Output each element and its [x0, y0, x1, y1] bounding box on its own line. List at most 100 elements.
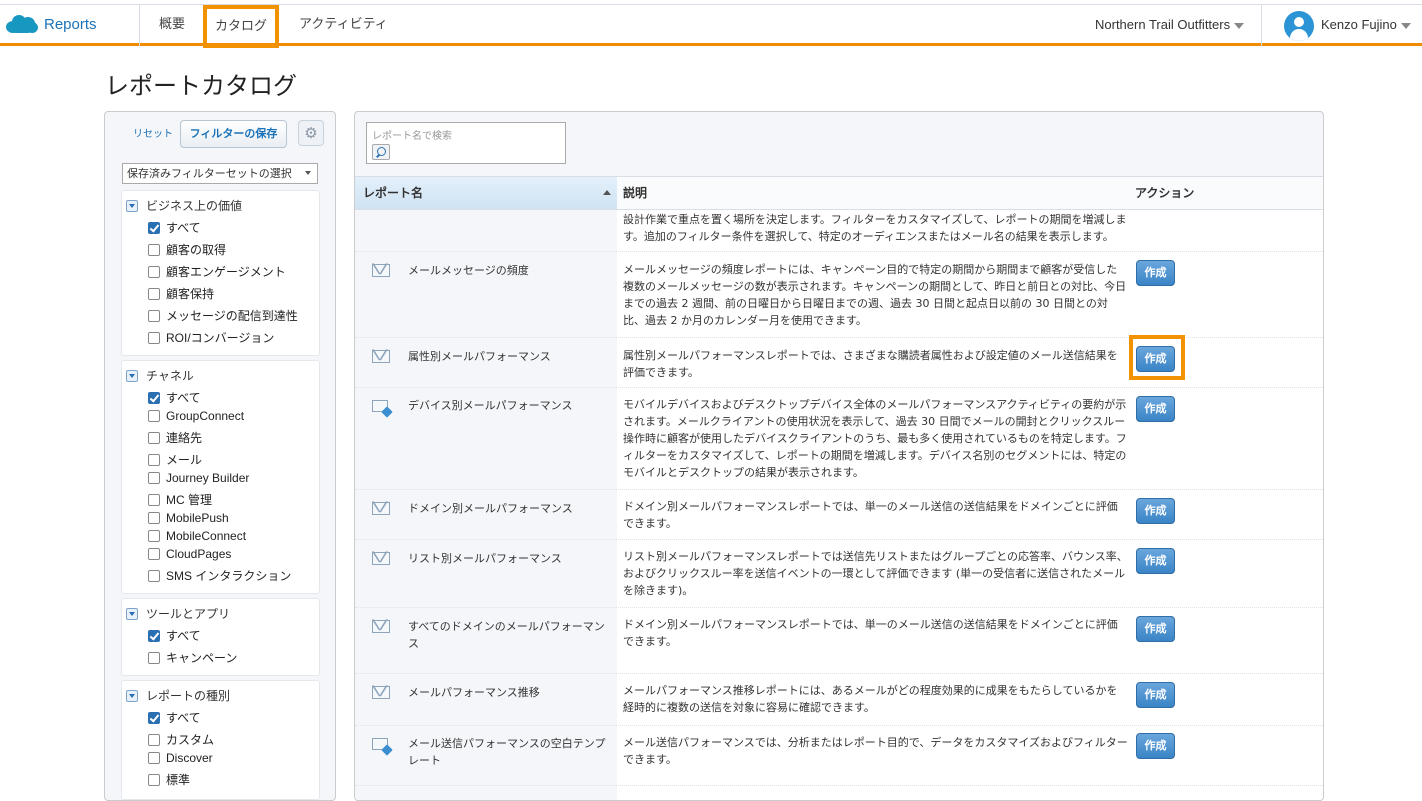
create-button[interactable]: 作成 [1136, 260, 1175, 286]
filter-option[interactable]: MobileConnect [148, 529, 246, 543]
app-brand[interactable]: Reports [6, 13, 97, 35]
checkbox[interactable] [148, 265, 160, 278]
filter-option[interactable]: すべて [148, 627, 201, 644]
checkbox[interactable] [148, 752, 160, 764]
filter-option[interactable]: MC 管理 [148, 491, 212, 508]
create-button[interactable]: 作成 [1136, 396, 1175, 422]
report-name[interactable]: 属性別メールパフォーマンス [408, 348, 613, 365]
filter-option[interactable]: 顧客の取得 [148, 241, 226, 258]
checkbox[interactable] [148, 711, 160, 724]
search-input[interactable]: レポート名で検索 [366, 122, 566, 164]
table-row: メールパフォーマンス推移 メールパフォーマンス推移レポートには、あるメールがどの… [355, 674, 1323, 726]
top-nav: Reports 概要 カタログ アクティビティ Northern Trail O… [0, 4, 1422, 48]
checkbox[interactable] [148, 548, 160, 560]
checkbox[interactable] [148, 651, 160, 664]
saved-filter-select[interactable]: 保存済みフィルターセットの選択 [122, 163, 318, 184]
report-name[interactable]: メール送信パフォーマンスの空白テンプレート [408, 735, 613, 769]
checkbox[interactable] [148, 773, 160, 786]
report-name[interactable]: リスト別メールパフォーマンス [408, 550, 613, 567]
filter-option[interactable]: GroupConnect [148, 409, 244, 423]
envelope-icon [372, 350, 390, 363]
filter-option[interactable]: Discover [148, 751, 213, 765]
report-name[interactable]: すべてのドメインのメールパフォーマンス [408, 618, 613, 652]
filter-option[interactable]: 標準 [148, 771, 190, 788]
table-body: 設計作業で重点を置く場所を決定します。フィルターをカスタマイズして、レポートの期… [355, 210, 1323, 800]
filter-option[interactable]: すべて [148, 389, 201, 406]
filter-group-report-type: レポートの種別 すべて カスタム Discover 標準 [121, 680, 320, 800]
checkbox[interactable] [148, 410, 160, 422]
report-name[interactable]: ドメイン別メールパフォーマンス [408, 500, 613, 517]
create-button[interactable]: 作成 [1136, 548, 1175, 574]
filter-option[interactable]: すべて [148, 219, 201, 236]
tab-activity[interactable]: アクティビティ [299, 5, 388, 45]
collapse-toggle-icon[interactable] [126, 689, 138, 702]
envelope-icon [372, 620, 390, 633]
checkbox[interactable] [148, 493, 160, 506]
filter-option[interactable]: メール [148, 451, 202, 468]
checkbox[interactable] [148, 453, 160, 466]
user-menu[interactable]: Kenzo Fujino [1321, 17, 1411, 32]
table-row: ドメイン別メールパフォーマンス ドメイン別メールパフォーマンスレポートでは、単一… [355, 490, 1323, 540]
filter-group-business-value: ビジネス上の価値 すべて 顧客の取得 顧客エンゲージメント 顧客保持 メッセージ… [121, 190, 320, 356]
create-button[interactable]: 作成 [1136, 733, 1175, 759]
report-description: メールメッセージの頻度レポートには、キャンペーン目的で特定の期間から期間まで顧客… [623, 263, 1127, 327]
avatar[interactable] [1284, 11, 1314, 41]
chevron-down-icon [1234, 22, 1245, 29]
report-description: 設計作業で重点を置く場所を決定します。フィルターをカスタマイズして、レポートの期… [623, 213, 1127, 243]
checkbox[interactable] [148, 221, 160, 234]
checkbox[interactable] [148, 530, 160, 542]
collapse-toggle-icon[interactable] [126, 369, 138, 382]
checkbox[interactable] [148, 431, 160, 444]
report-description: メール送信パフォーマンスでは、分析またはレポート目的で、データをカスタマイズおよ… [623, 736, 1128, 766]
group-header[interactable]: ツールとアプリ [126, 605, 230, 622]
reset-link[interactable]: リセット [133, 125, 173, 140]
tab-catalog[interactable]: カタログ [203, 5, 280, 48]
filter-option[interactable]: すべて [148, 709, 201, 726]
column-header-name[interactable]: レポート名 [355, 177, 617, 209]
filter-option[interactable]: 顧客保持 [148, 285, 214, 302]
collapse-toggle-icon[interactable] [126, 199, 138, 212]
filter-option[interactable]: Journey Builder [148, 471, 249, 485]
checkbox[interactable] [148, 243, 160, 256]
create-button[interactable]: 作成 [1136, 682, 1175, 708]
table-row: メールメッセージの頻度 メールメッセージの頻度レポートには、キャンペーン目的で特… [355, 252, 1323, 338]
create-button[interactable]: 作成 [1136, 616, 1175, 642]
report-name[interactable]: メールメッセージの頻度 [408, 262, 613, 279]
group-header[interactable]: ビジネス上の価値 [126, 197, 242, 214]
report-description: ドメイン別メールパフォーマンスレポートでは、単一のメール送信の送信結果をドメイン… [623, 618, 1118, 648]
envelope-icon [372, 264, 390, 277]
report-name[interactable]: メールパフォーマンス推移 [408, 684, 613, 701]
filter-option[interactable]: 連絡先 [148, 429, 202, 446]
search-icon[interactable] [372, 144, 390, 160]
gear-icon[interactable]: ⚙ [298, 120, 324, 146]
create-button[interactable]: 作成 [1136, 498, 1175, 524]
org-switcher[interactable]: Northern Trail Outfitters [1095, 17, 1245, 32]
checkbox[interactable] [148, 629, 160, 642]
table-row: メール送信パフォーマンスの空白テンプレート メール送信パフォーマンスでは、分析ま… [355, 726, 1323, 786]
filter-option[interactable]: 顧客エンゲージメント [148, 263, 286, 280]
save-filter-button[interactable]: フィルターの保存 [180, 120, 287, 148]
checkbox[interactable] [148, 472, 160, 484]
filter-option[interactable]: CloudPages [148, 547, 231, 561]
filter-option[interactable]: MobilePush [148, 511, 229, 525]
report-name[interactable]: デバイス別メールパフォーマンス [408, 397, 613, 414]
checkbox[interactable] [148, 331, 160, 344]
checkbox[interactable] [148, 287, 160, 300]
filter-option[interactable]: SMS インタラクション [148, 567, 291, 584]
group-header[interactable]: レポートの種別 [126, 687, 230, 704]
device-envelope-icon [372, 738, 393, 756]
filter-option[interactable]: ROI/コンバージョン [148, 329, 274, 346]
tab-overview[interactable]: 概要 [159, 5, 185, 45]
filter-option[interactable]: キャンペーン [148, 649, 237, 666]
filter-option[interactable]: メッセージの配信到達性 [148, 307, 298, 324]
checkbox[interactable] [148, 391, 160, 404]
group-header[interactable]: チャネル [126, 367, 194, 384]
checkbox[interactable] [148, 733, 160, 746]
checkbox[interactable] [148, 569, 160, 582]
table-row: 設計作業で重点を置く場所を決定します。フィルターをカスタマイズして、レポートの期… [355, 210, 1323, 252]
filter-option[interactable]: カスタム [148, 731, 214, 748]
checkbox[interactable] [148, 512, 160, 524]
chevron-down-icon [1400, 22, 1411, 29]
collapse-toggle-icon[interactable] [126, 607, 138, 620]
checkbox[interactable] [148, 309, 160, 322]
